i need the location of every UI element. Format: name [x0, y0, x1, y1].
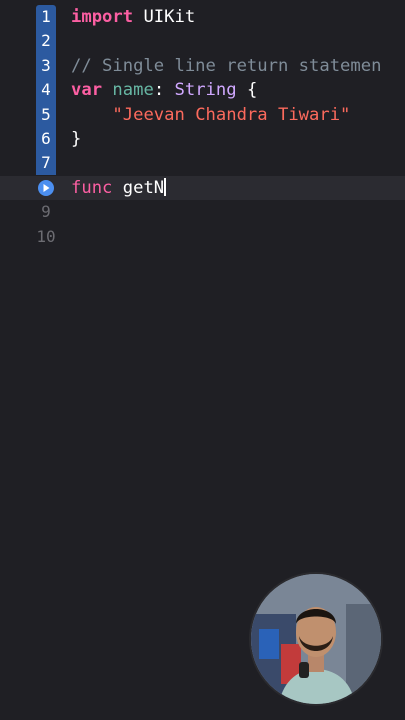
line-number: 4: [41, 80, 51, 100]
code-token: var: [71, 80, 103, 101]
line-number: 7: [41, 153, 51, 173]
line-number: 6: [41, 128, 51, 148]
code-token: }: [71, 128, 82, 149]
code-text[interactable]: var name: String {: [71, 78, 257, 102]
code-line[interactable]: func getN: [0, 175, 405, 201]
code-line[interactable]: 9: [0, 200, 405, 224]
code-text[interactable]: func getN: [71, 176, 166, 200]
code-line[interactable]: 10: [0, 225, 405, 249]
code-text[interactable]: import UIKit: [71, 5, 195, 29]
code-text[interactable]: }: [71, 127, 81, 151]
code-line[interactable]: 6}: [0, 127, 405, 151]
code-line[interactable]: 5 "Jeevan Chandra Tiwari": [0, 103, 405, 127]
presenter-webcam: [249, 572, 383, 706]
line-number: 1: [41, 7, 51, 26]
line-number: 5: [41, 104, 51, 124]
play-arrow-icon[interactable]: [36, 179, 56, 197]
code-token: "Jeevan Chandra Tiwari": [112, 104, 351, 125]
line-number: 2: [41, 31, 51, 51]
code-line[interactable]: 2: [0, 29, 405, 53]
line-number: 3: [41, 55, 51, 75]
code-token: getN: [112, 177, 165, 198]
line-number: 9: [41, 202, 51, 222]
code-token: name: [112, 80, 154, 101]
code-token: UIKit: [133, 7, 196, 27]
code-token: :: [153, 80, 175, 101]
text-cursor: [164, 177, 166, 196]
code-token: {: [236, 80, 258, 101]
code-line[interactable]: 1 import UIKit: [0, 5, 405, 29]
code-token: String: [174, 80, 237, 101]
code-text[interactable]: "Jeevan Chandra Tiwari": [71, 103, 350, 127]
code-lines[interactable]: 1 import UIKit 2 3 // Single line return sta…: [0, 5, 405, 249]
code-line[interactable]: 4 var name: String {: [0, 78, 405, 102]
code-text[interactable]: // Single line return statemen: [71, 54, 381, 78]
code-token: // Single line return statemen: [71, 55, 382, 76]
code-token: func: [71, 177, 113, 198]
line-number: 10: [36, 226, 56, 246]
code-line[interactable]: 7: [0, 151, 405, 175]
presenter-silhouette: [251, 574, 381, 704]
code-line[interactable]: 3 // Single line return statemen: [0, 54, 405, 78]
code-token: import: [71, 7, 134, 27]
